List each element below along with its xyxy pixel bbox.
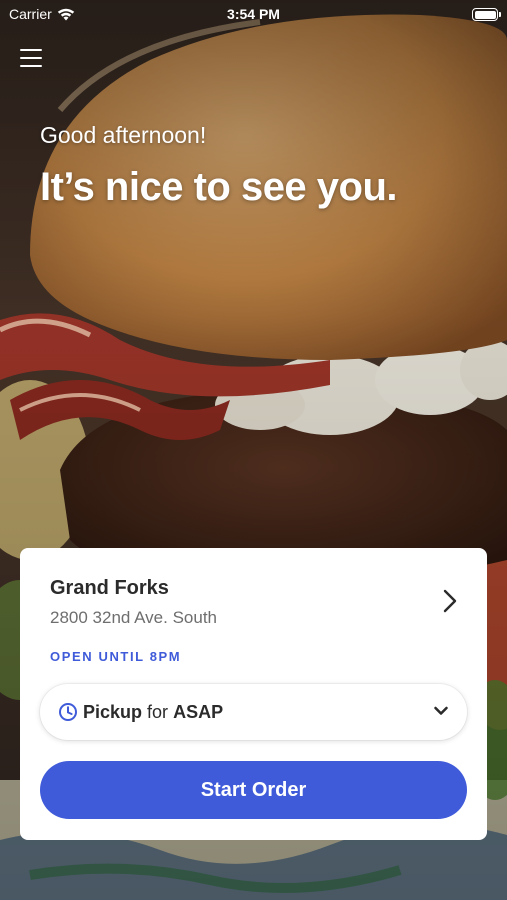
pickup-label: Pickup for ASAP xyxy=(83,702,223,723)
pickup-connector: for xyxy=(147,701,169,722)
store-address[interactable]: 2800 32nd Ave. South xyxy=(50,608,217,628)
headline-text: It’s nice to see you. xyxy=(40,165,398,209)
clock-icon xyxy=(59,703,77,721)
chevron-right-icon[interactable] xyxy=(439,588,461,614)
pickup-time-selector[interactable]: Pickup for ASAP xyxy=(40,684,467,740)
store-name[interactable]: Grand Forks xyxy=(50,577,169,600)
menu-icon[interactable] xyxy=(19,48,43,68)
store-hours-label: OPEN UNTIL 8PM xyxy=(50,649,182,664)
pickup-time: ASAP xyxy=(173,701,224,722)
chevron-down-icon xyxy=(434,706,448,715)
status-bar: Carrier 3:54 PM xyxy=(0,0,507,28)
start-order-button[interactable]: Start Order xyxy=(40,761,467,819)
status-time: 3:54 PM xyxy=(227,6,280,22)
battery-icon xyxy=(472,8,501,21)
greeting-text: Good afternoon! xyxy=(40,122,207,148)
store-card: Grand Forks 2800 32nd Ave. South OPEN UN… xyxy=(20,548,487,840)
pickup-mode: Pickup xyxy=(83,701,143,722)
home-screen: Carrier 3:54 PM Good afternoon! It’s nic… xyxy=(0,0,507,900)
